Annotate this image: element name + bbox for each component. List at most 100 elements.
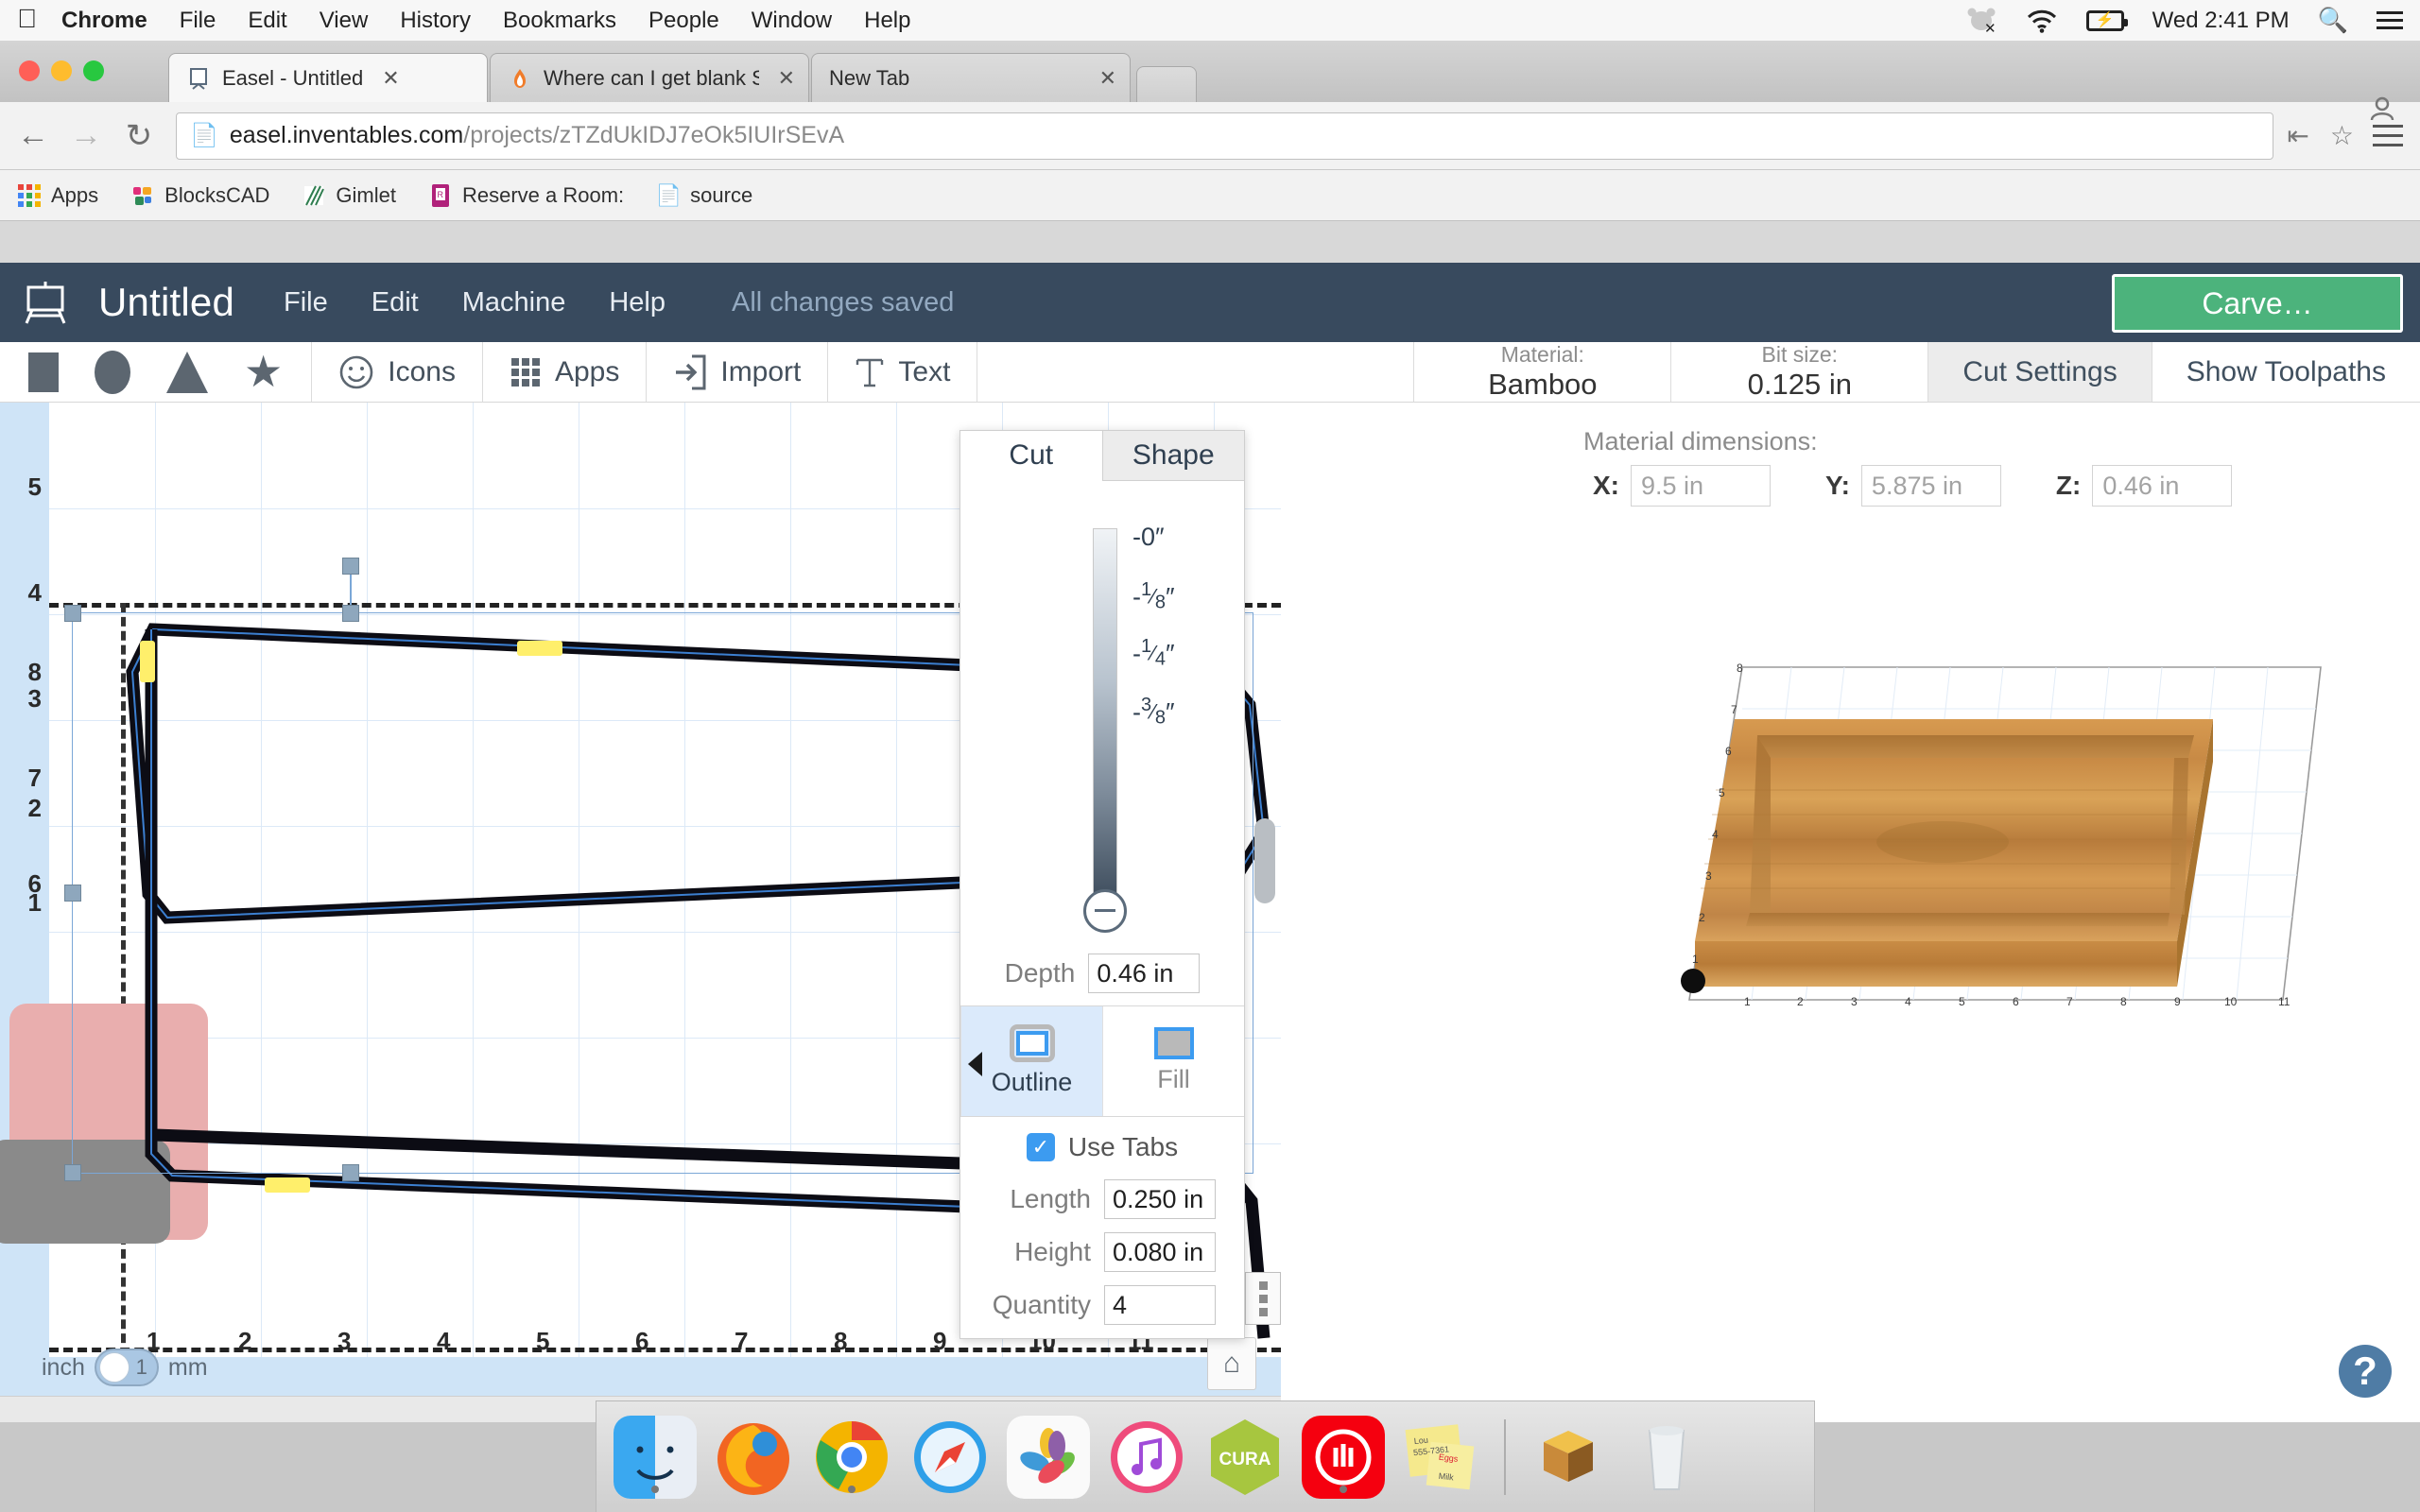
carve-button[interactable]: Carve… [2112,274,2403,333]
depth-slider-knob[interactable] [1083,888,1127,933]
battery-charging-icon[interactable]: ⚡ [2085,9,2128,31]
length-input[interactable]: 0.250 in [1104,1179,1216,1220]
text-tool[interactable]: Text [828,342,978,402]
browser-tab-easel[interactable]: Easel - Untitled ✕ [168,53,488,102]
y-dimension-input[interactable]: 5.875 in [1860,465,2001,507]
safari-icon[interactable] [908,1416,992,1499]
depth-slider-track[interactable] [1093,527,1117,906]
close-window-button[interactable] [19,60,40,81]
resize-handle-w[interactable] [64,885,81,902]
bear-disabled-icon[interactable]: ✕ [1965,8,1997,34]
close-icon[interactable]: ✕ [382,66,399,91]
three-d-preview[interactable]: 1 2 3 4 5 6 7 8 9 10 11 8 7 6 5 4 3 2 1 [1659,629,2377,1026]
resize-handle-sw[interactable] [64,1164,81,1181]
height-input[interactable]: 0.080 in [1104,1232,1216,1273]
cut-settings-button[interactable]: Cut Settings [1928,342,2152,402]
forward-button[interactable]: → [70,117,102,154]
minimize-window-button[interactable] [51,60,72,81]
downloads-stack-icon[interactable] [1527,1416,1610,1499]
maximize-window-button[interactable] [83,60,104,81]
question-mark-icon[interactable]: ? [2339,1345,2392,1398]
menu-history[interactable]: History [400,8,471,34]
browser-tab-newtab[interactable]: New Tab ✕ [811,53,1131,102]
triangle-shape-icon[interactable] [166,351,208,393]
show-toolpaths-button[interactable]: Show Toolpaths [2152,342,2420,402]
apple-icon[interactable]:  [17,5,37,32]
resize-handle-n[interactable] [342,605,359,622]
menu-file[interactable]: File [180,8,216,34]
unit-switch[interactable]: 1 [94,1349,159,1386]
apps-tool[interactable]: Apps [483,342,648,402]
canvas-vertical-scrollbar[interactable] [1254,818,1275,903]
bookmark-gimlet[interactable]: Gimlet [302,183,396,208]
import-tool[interactable]: Import [647,342,829,402]
quantity-input[interactable]: 4 [1104,1285,1216,1326]
star-icon[interactable]: ☆ [2330,120,2354,151]
reload-button[interactable]: ↻ [123,117,155,155]
new-tab-button[interactable] [1136,66,1197,102]
bitsize-readout[interactable]: Bit size: 0.125 in [1671,342,1929,402]
icons-tool[interactable]: Icons [312,342,483,402]
bookmark-reserve-room[interactable]: R Reserve a Room: [428,183,624,208]
menu-view[interactable]: View [320,8,369,34]
prev-arrow-icon[interactable] [968,1051,982,1076]
notification-center-icon[interactable] [2377,10,2403,30]
tab-cut[interactable]: Cut [960,431,1102,481]
star-shape-icon[interactable]: ★ [244,350,283,393]
unit-toggle[interactable]: inch 1 mm [42,1349,208,1386]
makerbot-icon[interactable] [1302,1415,1385,1499]
vertical-dots-icon[interactable] [1245,1272,1281,1325]
close-icon[interactable]: ✕ [1099,66,1116,91]
menu-chrome[interactable]: Chrome [61,8,147,34]
x-dimension-input[interactable]: 9.5 in [1631,465,1771,507]
mode-fill[interactable]: Fill [1102,1005,1244,1117]
z-dimension-input[interactable]: 0.46 in [2092,465,2233,507]
easel-menu-file[interactable]: File [284,287,328,318]
translate-icon[interactable]: ⇤ [2287,120,2308,151]
easel-menu-help[interactable]: Help [609,287,666,318]
menu-bookmarks[interactable]: Bookmarks [503,8,616,34]
material-readout[interactable]: Material: Bamboo [1414,342,1672,402]
design-canvas-pane[interactable]: 1 2 3 4 5 6 7 8 8 7 6 1 [0,403,1281,1422]
depth-input[interactable]: 0.46 in [1088,954,1201,994]
menu-window[interactable]: Window [752,8,832,34]
search-icon[interactable]: 🔍 [2318,6,2348,35]
chrome-icon[interactable] [810,1416,893,1499]
resize-handle-nw[interactable] [64,605,81,622]
address-input[interactable]: 📄 easel.inventables.com /projects/zTZdUk… [176,112,2274,160]
bookmark-blockscad[interactable]: BlocksCAD [130,183,269,208]
finder-icon[interactable] [614,1415,697,1499]
easel-logo-icon[interactable] [21,278,70,327]
browser-tab-svg[interactable]: Where can I get blank SVG ✕ [490,53,809,102]
resize-handle-s[interactable] [342,1164,359,1181]
square-shape-icon[interactable] [28,352,59,392]
back-button[interactable]: ← [17,117,49,154]
home-icon[interactable]: ⌂ [1207,1337,1256,1390]
depth-slider-area[interactable]: -0″ -1⁄8″ -1⁄4″ -3⁄8″ [960,481,1244,942]
bookmark-source[interactable]: 📄 source [655,183,752,208]
rotation-handle[interactable] [342,558,359,575]
window-controls[interactable] [19,60,104,81]
easel-menu-machine[interactable]: Machine [462,287,566,318]
photos-icon[interactable] [1007,1415,1090,1499]
firefox-icon[interactable] [712,1416,795,1499]
itunes-icon[interactable] [1105,1416,1188,1499]
trash-icon[interactable] [1625,1416,1708,1499]
menubar-clock[interactable]: Wed 2:41 PM [2152,8,2290,34]
easel-menu-edit[interactable]: Edit [372,287,419,318]
chrome-menu-icon[interactable] [2373,124,2403,147]
use-tabs-checkbox[interactable]: ✓ [1026,1133,1055,1162]
wifi-icon[interactable] [2026,9,2058,33]
cut-settings-panel[interactable]: Cut Shape -0″ -1⁄8″ -1⁄4″ -3⁄8″ Depth 0.… [959,430,1245,1339]
circle-shape-icon[interactable] [95,350,130,394]
stickies-icon[interactable]: Lou 555-7361 Eggs Milk [1400,1416,1483,1499]
menu-help[interactable]: Help [864,8,910,34]
use-tabs-row[interactable]: ✓ Use Tabs [960,1132,1244,1162]
menu-people[interactable]: People [648,8,719,34]
preview-pane[interactable]: Material dimensions: X: 9.5 in Y: 5.875 … [1245,403,2420,1422]
tab-shape[interactable]: Shape [1101,431,1244,480]
cura-icon[interactable]: CURA [1203,1416,1287,1499]
menu-edit[interactable]: Edit [248,8,286,34]
bookmark-apps[interactable]: Apps [17,183,98,208]
close-icon[interactable]: ✕ [778,66,795,91]
